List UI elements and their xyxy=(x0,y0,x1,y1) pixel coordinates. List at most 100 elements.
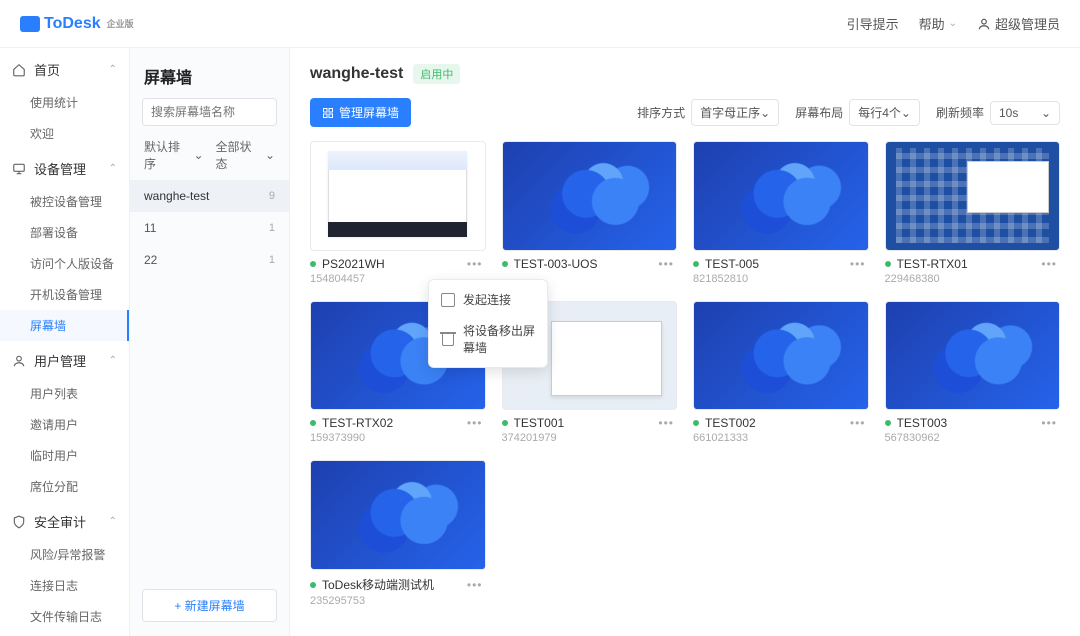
connect-action[interactable]: 发起连接 xyxy=(429,284,547,315)
chevron-icon: ⌃ xyxy=(109,64,117,75)
sort-label: 排序方式 xyxy=(637,104,685,121)
status-dot xyxy=(693,420,699,426)
wall-list-item[interactable]: wanghe-test9 xyxy=(130,180,289,212)
chevron-down-icon: ⌄ xyxy=(760,106,770,120)
nav-group-3[interactable]: 安全审计⌃ xyxy=(0,504,129,539)
wall-panel: 屏幕墙 默认排序 ⌄ 全部状态 ⌄ wanghe-test9111221 + 新… xyxy=(130,48,290,636)
device-tile: TEST002•••661021333 xyxy=(693,301,869,445)
status-dot xyxy=(310,420,316,426)
nav-group-2[interactable]: 用户管理⌃ xyxy=(0,343,129,378)
refresh-select[interactable]: 10s⌄ xyxy=(990,101,1060,125)
wall-title: wanghe-test xyxy=(310,65,403,83)
nav-icon xyxy=(12,162,26,176)
nav-item[interactable]: 风险/异常报警 xyxy=(0,539,129,570)
logo[interactable]: ToDesk 企业版 xyxy=(20,15,134,33)
sort-select[interactable]: 首字母正序⌄ xyxy=(691,99,779,126)
chevron-down-icon: ⌄ xyxy=(193,148,203,162)
device-thumbnail[interactable] xyxy=(310,460,486,570)
device-thumbnail[interactable] xyxy=(310,141,486,251)
nav-item[interactable]: 席位分配 xyxy=(0,471,129,502)
layout-label: 屏幕布局 xyxy=(795,104,843,121)
more-icon[interactable]: ••• xyxy=(847,416,869,430)
device-name: TEST-005 xyxy=(705,257,759,271)
device-tile: PS2021WH•••154804457 xyxy=(310,141,486,285)
admin-menu[interactable]: 超级管理员 xyxy=(977,14,1060,33)
device-name: PS2021WH xyxy=(322,257,385,271)
new-wall-button[interactable]: + 新建屏幕墙 xyxy=(142,589,277,622)
nav-item[interactable]: 邀请用户 xyxy=(0,409,129,440)
device-tile: TEST-005•••821852810 xyxy=(693,141,869,285)
nav-item[interactable]: 临时用户 xyxy=(0,440,129,471)
device-thumbnail[interactable] xyxy=(502,141,678,251)
sort-filter[interactable]: 默认排序 ⌄ xyxy=(144,138,204,172)
more-icon[interactable]: ••• xyxy=(464,416,486,430)
sidebar: 首页⌃使用统计欢迎设备管理⌃被控设备管理部署设备访问个人版设备开机设备管理屏幕墙… xyxy=(0,48,130,636)
nav-item[interactable]: 文件传输日志 xyxy=(0,601,129,632)
device-tile: ToDesk移动端测试机•••235295753 xyxy=(310,460,486,607)
device-thumbnail[interactable] xyxy=(693,141,869,251)
more-icon[interactable]: ••• xyxy=(1038,257,1060,271)
more-icon[interactable]: ••• xyxy=(655,257,677,271)
status-dot xyxy=(885,261,891,267)
more-icon[interactable]: ••• xyxy=(464,578,486,592)
wall-list-item[interactable]: 111 xyxy=(130,212,289,244)
help-link[interactable]: 帮助⌄ xyxy=(919,14,957,33)
status-dot xyxy=(693,261,699,267)
device-name: TEST001 xyxy=(514,416,565,430)
chevron-icon: ⌃ xyxy=(109,516,117,527)
device-name: TEST003 xyxy=(897,416,948,430)
nav-group-0[interactable]: 首页⌃ xyxy=(0,52,129,87)
more-icon[interactable]: ••• xyxy=(847,257,869,271)
nav-item[interactable]: 访问个人版设备 xyxy=(0,248,129,279)
nav-icon xyxy=(12,63,26,77)
more-icon[interactable]: ••• xyxy=(655,416,677,430)
device-id: 235295753 xyxy=(310,595,486,607)
more-icon[interactable]: ••• xyxy=(1038,416,1060,430)
chevron-down-icon: ⌄ xyxy=(949,18,957,29)
nav-icon xyxy=(12,515,26,529)
device-name: TEST-RTX02 xyxy=(322,416,393,430)
remove-action[interactable]: 将设备移出屏幕墙 xyxy=(429,315,547,363)
device-thumbnail[interactable] xyxy=(885,141,1061,251)
status-filter[interactable]: 全部状态 ⌄ xyxy=(216,138,276,172)
nav-item[interactable]: 使用统计 xyxy=(0,87,129,118)
search-input[interactable] xyxy=(142,98,277,126)
manage-wall-button[interactable]: 管理屏幕墙 xyxy=(310,98,411,127)
monitor-icon xyxy=(441,293,455,307)
nav-item[interactable]: 欢迎 xyxy=(0,118,129,149)
nav-item[interactable]: 部署设备 xyxy=(0,217,129,248)
device-tile: TEST-003-UOS ••• xyxy=(502,141,678,285)
trash-icon xyxy=(441,332,455,346)
nav-item[interactable]: 用户列表 xyxy=(0,378,129,409)
device-id: 229468380 xyxy=(885,273,1061,285)
top-header: ToDesk 企业版 引导提示 帮助⌄ 超级管理员 xyxy=(0,0,1080,48)
status-dot xyxy=(885,420,891,426)
wall-list-item[interactable]: 221 xyxy=(130,244,289,276)
more-icon[interactable]: ••• xyxy=(464,257,486,271)
chevron-down-icon: ⌄ xyxy=(1041,106,1051,120)
device-tile: TEST003•••567830962 xyxy=(885,301,1061,445)
device-name: TEST002 xyxy=(705,416,756,430)
nav-item[interactable]: 开机设备管理 xyxy=(0,279,129,310)
nav-icon xyxy=(12,354,26,368)
nav-item[interactable]: 连接日志 xyxy=(0,570,129,601)
refresh-label: 刷新频率 xyxy=(936,104,984,121)
nav-group-1[interactable]: 设备管理⌃ xyxy=(0,151,129,186)
chevron-icon: ⌃ xyxy=(109,355,117,366)
layout-select[interactable]: 每行4个⌄ xyxy=(849,99,920,126)
nav-item[interactable]: 控制台操作日志 xyxy=(0,632,129,636)
guide-link[interactable]: 引导提示 xyxy=(847,14,899,33)
status-dot xyxy=(310,582,316,588)
device-thumbnail[interactable] xyxy=(693,301,869,411)
device-name: TEST-003-UOS xyxy=(514,257,598,271)
status-badge: 启用中 xyxy=(413,64,460,84)
search-field[interactable] xyxy=(151,105,306,119)
status-dot xyxy=(502,261,508,267)
nav-item[interactable]: 被控设备管理 xyxy=(0,186,129,217)
device-name: TEST-RTX01 xyxy=(897,257,968,271)
panel-title: 屏幕墙 xyxy=(130,48,289,98)
nav-item[interactable]: 屏幕墙 xyxy=(0,310,129,341)
device-id: 374201979 xyxy=(502,432,678,444)
device-thumbnail[interactable] xyxy=(885,301,1061,411)
brand-sub: 企业版 xyxy=(107,17,134,30)
